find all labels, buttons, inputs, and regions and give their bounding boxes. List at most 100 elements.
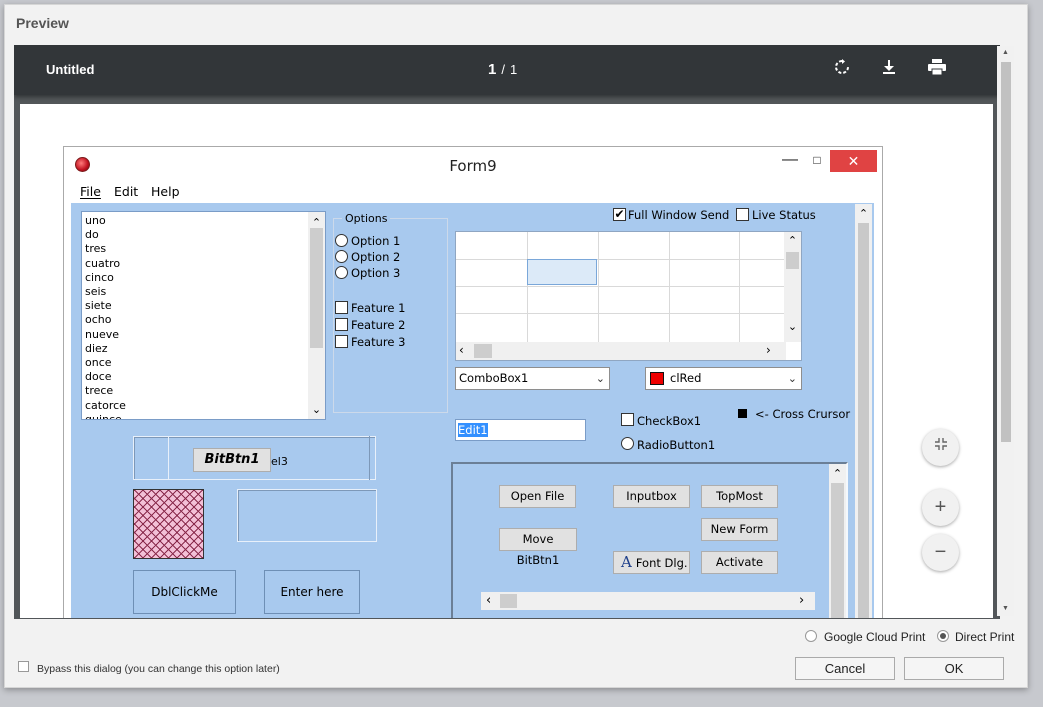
google-cloud-print-radio[interactable] [805,630,817,642]
checkbox1[interactable] [621,413,634,426]
checkbox1-label: CheckBox1 [637,414,702,428]
list-item[interactable]: catorce [85,399,126,413]
google-cloud-print-label: Google Cloud Print [824,630,926,644]
menu-file[interactable]: File [80,184,101,199]
color-combobox-value: clRed [670,371,702,385]
font-dlg-button[interactable]: A Font Dlg. [613,551,690,574]
bitbtn1-button[interactable]: BitBtn1 [193,448,271,472]
list-item[interactable]: quince [85,413,126,419]
option3-radio[interactable] [335,266,348,279]
list-item[interactable]: once [85,356,126,370]
grid-selected-cell[interactable] [527,259,597,285]
combobox1[interactable]: ComboBox1 ⌄ [455,367,610,390]
scrollbar-thumb[interactable] [310,228,323,348]
listbox-scrollbar[interactable]: ⌃ ⌄ [308,212,325,419]
scroll-down-icon[interactable]: ▼ [997,602,1014,616]
enter-here-panel[interactable]: Enter here [264,570,360,614]
close-icon[interactable]: ✕ [830,150,877,172]
feature1-label: Feature 1 [351,301,406,315]
zoom-in-icon[interactable]: + [922,489,959,526]
chevron-down-icon[interactable]: ⌄ [308,403,325,416]
print-icon[interactable] [925,58,949,82]
panel-horizontal-scrollbar[interactable]: ‹ › [481,592,815,610]
chevron-left-icon[interactable]: ‹ [459,343,464,357]
list-item[interactable]: diez [85,342,126,356]
fit-to-page-icon[interactable] [922,429,959,466]
grid-horizontal-scrollbar[interactable]: ‹ › [456,342,786,360]
minimize-icon[interactable]: — [776,149,804,171]
list-item[interactable]: siete [85,299,126,313]
inputbox-button[interactable]: Inputbox [613,485,690,508]
scrollbar-thumb[interactable] [831,483,844,618]
dblclickme-button[interactable]: DblClickMe [133,570,236,614]
feature1-checkbox[interactable] [335,301,348,314]
font-dlg-label: Font Dlg. [635,556,688,570]
edit1-value: Edit1 [458,423,488,437]
list-item[interactable]: cinco [85,271,126,285]
list-item[interactable]: cuatro [85,257,126,271]
move-bitbtn1-button[interactable]: Move BitBtn1 [499,528,577,567]
grid-line [598,232,599,342]
list-item[interactable]: seis [85,285,126,299]
form-vertical-scrollbar[interactable]: ⌃ [855,204,872,618]
full-window-send-label: Full Window Send [628,208,730,222]
list-item[interactable]: tres [85,242,126,256]
topmost-button[interactable]: TopMost [701,485,778,508]
chevron-right-icon[interactable]: › [766,343,771,357]
edit1-input[interactable]: Edit1 [455,419,586,441]
grid-line [527,232,528,342]
scrollbar-thumb[interactable] [500,594,517,608]
scrollbar-thumb[interactable] [786,252,799,269]
scrollbar-thumb[interactable] [474,344,492,358]
rotate-icon[interactable] [830,58,854,82]
page-current[interactable]: 1 [488,61,496,78]
direct-print-radio[interactable] [937,630,949,642]
panel-vertical-scrollbar[interactable]: ⌃ [829,464,846,618]
chevron-up-icon[interactable]: ⌃ [829,467,846,480]
cross-cursor-square[interactable] [738,409,747,418]
list-item[interactable]: nueve [85,328,126,342]
chevron-left-icon[interactable]: ‹ [486,593,491,608]
menu-edit[interactable]: Edit [114,184,138,199]
chevron-up-icon[interactable]: ⌃ [784,234,801,247]
chevron-right-icon[interactable]: › [799,593,804,608]
chevron-down-icon[interactable]: ⌄ [788,368,797,389]
string-grid[interactable]: ⌃ ⌄ ‹ › [455,231,802,361]
font-icon: A [621,553,632,571]
dialog-title: Preview [16,15,69,31]
activate-button[interactable]: Activate [701,551,778,574]
option2-radio[interactable] [335,250,348,263]
chevron-up-icon[interactable]: ⌃ [855,207,872,220]
bypass-checkbox[interactable] [18,661,29,672]
ok-button[interactable]: OK [904,657,1004,680]
download-icon[interactable] [877,58,901,82]
chevron-down-icon[interactable]: ⌄ [596,368,605,389]
list-item[interactable]: trece [85,384,126,398]
cancel-button[interactable]: Cancel [795,657,895,680]
list-item[interactable]: ocho [85,313,126,327]
color-combobox[interactable]: clRed ⌄ [645,367,802,390]
chevron-down-icon[interactable]: ⌄ [784,320,801,333]
maximize-icon[interactable]: □ [803,149,831,171]
scroll-up-icon[interactable]: ▲ [997,46,1014,60]
menu-help[interactable]: Help [151,184,180,199]
list-item[interactable]: do [85,228,126,242]
radiobutton1[interactable] [621,437,634,450]
listbox[interactable]: uno do tres cuatro cinco seis siete ocho… [81,211,326,420]
open-file-button[interactable]: Open File [499,485,576,508]
full-window-send-checkbox[interactable]: ✔ [613,208,626,221]
list-item[interactable]: uno [85,214,126,228]
option1-radio[interactable] [335,234,348,247]
grid-vertical-scrollbar[interactable]: ⌃ ⌄ [784,232,801,342]
feature2-checkbox[interactable] [335,318,348,331]
zoom-out-icon[interactable]: − [922,534,959,571]
form-title: Form9 [449,157,497,175]
menu-bar: File Edit Help [64,181,882,203]
live-status-checkbox[interactable] [736,208,749,221]
new-form-button[interactable]: New Form [701,518,778,541]
scrollbar-thumb[interactable] [858,223,869,618]
feature3-checkbox[interactable] [335,335,348,348]
list-item[interactable]: doce [85,370,126,384]
viewer-vertical-scrollbar[interactable]: ▲ ▼ [997,46,1014,616]
scrollbar-thumb[interactable] [1001,62,1011,442]
